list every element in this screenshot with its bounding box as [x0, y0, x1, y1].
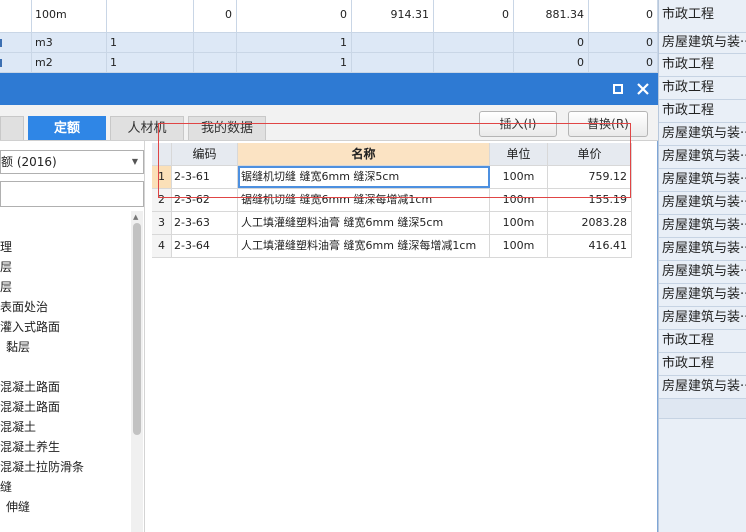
scrollbar-thumb[interactable]: [133, 223, 141, 435]
bg-row[interactable]: m2 1 1 0 0: [0, 53, 658, 73]
tree-item[interactable]: 理: [0, 237, 12, 257]
project-type-cell[interactable]: 市政工程: [659, 100, 746, 123]
project-type-cell[interactable]: 房屋建筑与装···: [659, 33, 746, 54]
scroll-up-icon[interactable]: ▲: [133, 213, 138, 221]
project-type-cell[interactable]: 房屋建筑与装···: [659, 238, 746, 261]
project-type-cell[interactable]: 房屋建筑与装···: [659, 123, 746, 146]
bg-row[interactable]: 100m 0 0 914.31 0 881.34 0: [0, 0, 658, 33]
project-type-cell[interactable]: 房屋建筑与装···: [659, 376, 746, 399]
chapter-tree: 理 层 层 表面处治 灌入式路面 黏层 混凝土路面 混凝土路面 混凝土 混凝土养…: [0, 215, 130, 532]
bg-unit: 100m: [32, 0, 107, 32]
maximize-icon[interactable]: [609, 80, 627, 98]
left-panel: 额 (2016) ▼ 理 层 层 表面处治 灌入式路面 黏层 混凝土路面 混凝土…: [0, 141, 145, 532]
project-type-cell[interactable]: 市政工程: [659, 330, 746, 353]
project-type-column: 市政工程 房屋建筑与装··· 市政工程 市政工程 市政工程 房屋建筑与装··· …: [658, 0, 746, 532]
tree-scrollbar[interactable]: ▲: [131, 211, 143, 532]
table-row[interactable]: 4 2-3-64 人工填灌缝塑料油膏 缝宽6mm 缝深每增减1cm 100m 4…: [152, 235, 632, 258]
project-type-cell[interactable]: 市政工程: [659, 77, 746, 100]
table-row[interactable]: 3 2-3-63 人工填灌缝塑料油膏 缝宽6mm 缝深5cm 100m 2083…: [152, 212, 632, 235]
tree-item[interactable]: 灌入式路面: [0, 317, 60, 337]
annotation-frame: [158, 123, 631, 198]
tree-item[interactable]: 缝: [0, 477, 12, 497]
tree-item[interactable]: 混凝土: [0, 417, 36, 437]
project-type-cell[interactable]: 市政工程: [659, 353, 746, 376]
tab-partial[interactable]: [0, 116, 24, 140]
tree-item[interactable]: 混凝土路面: [0, 377, 60, 397]
tree-item[interactable]: 层: [0, 277, 12, 297]
tree-item[interactable]: 混凝土拉防滑条: [0, 457, 84, 477]
project-type-cell[interactable]: 房屋建筑与装···: [659, 192, 746, 215]
quota-library-select[interactable]: 额 (2016) ▼: [0, 150, 144, 174]
tree-item[interactable]: 混凝土养生: [0, 437, 60, 457]
quota-library-value: 额 (2016): [1, 155, 57, 169]
project-type-cell[interactable]: 市政工程: [659, 0, 746, 33]
project-type-cell: [659, 399, 746, 419]
project-type-cell[interactable]: 房屋建筑与装···: [659, 261, 746, 284]
tree-item[interactable]: 层: [0, 257, 12, 277]
bg-row[interactable]: m3 1 1 0 0: [0, 33, 658, 53]
project-type-cell[interactable]: 房屋建筑与装···: [659, 284, 746, 307]
tree-item[interactable]: 混凝土路面: [0, 397, 60, 417]
project-type-cell[interactable]: 房屋建筑与装···: [659, 146, 746, 169]
tree-item[interactable]: 表面处治: [0, 297, 48, 317]
close-icon[interactable]: [634, 80, 652, 98]
project-type-cell[interactable]: 房屋建筑与装···: [659, 215, 746, 238]
project-type-cell[interactable]: 房屋建筑与装···: [659, 307, 746, 330]
project-type-cell[interactable]: 房屋建筑与装···: [659, 169, 746, 192]
tab-quota[interactable]: 定额: [28, 116, 106, 140]
project-type-cell[interactable]: 市政工程: [659, 54, 746, 77]
tree-item[interactable]: 伸缝: [6, 497, 30, 517]
tree-item[interactable]: 黏层: [6, 337, 30, 357]
search-input[interactable]: [0, 181, 144, 207]
dialog-titlebar[interactable]: [0, 73, 658, 105]
chevron-down-icon[interactable]: ▼: [132, 151, 138, 173]
